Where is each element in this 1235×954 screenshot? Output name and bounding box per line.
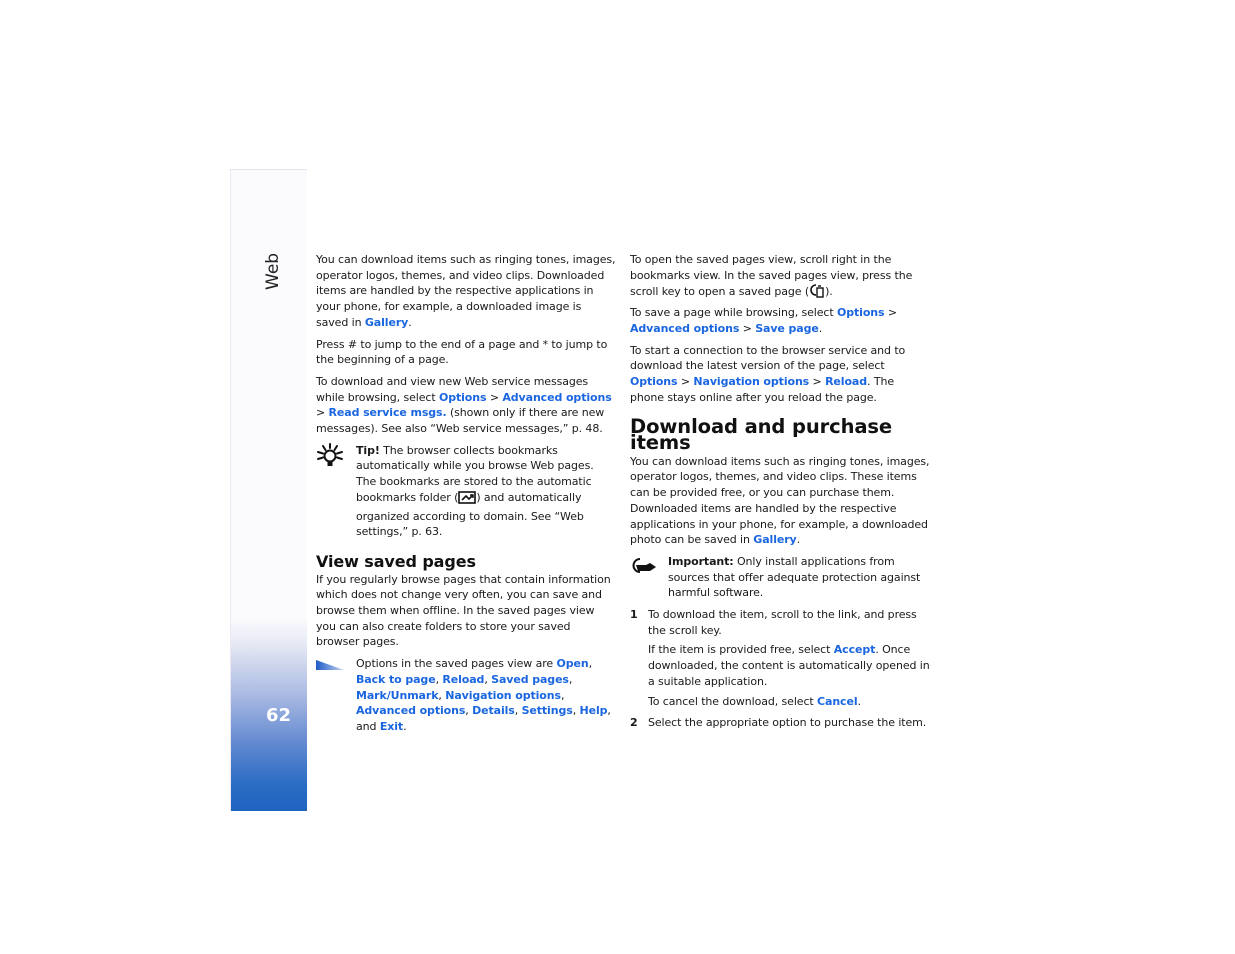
- option-saved-pages[interactable]: Saved pages: [491, 673, 569, 686]
- advanced-options-link[interactable]: Advanced options: [630, 322, 739, 335]
- open-saved-pages-paragraph: To open the saved pages view, scroll rig…: [630, 252, 930, 303]
- accept-link[interactable]: Accept: [834, 643, 876, 656]
- read-service-msgs-link[interactable]: Read service msgs.: [329, 406, 447, 419]
- option-back-to-page[interactable]: Back to page: [356, 673, 436, 686]
- reload-link[interactable]: Reload: [825, 375, 867, 388]
- advanced-options-link[interactable]: Advanced options: [502, 391, 611, 404]
- jump-paragraph: Press # to jump to the end of a page and…: [316, 337, 608, 367]
- tip-label: Tip!: [356, 443, 380, 457]
- option-exit[interactable]: Exit: [380, 720, 403, 733]
- gallery-link[interactable]: Gallery: [753, 533, 796, 546]
- options-link[interactable]: Options: [837, 306, 885, 319]
- download-purchase-heading: Download and purchase items: [630, 415, 893, 455]
- option-mark-unmark[interactable]: Mark/Unmark: [356, 689, 439, 702]
- important-note: Important: Only install applications fro…: [630, 554, 930, 601]
- options-note: Options in the saved pages view are Open…: [316, 656, 616, 735]
- option-open[interactable]: Open: [556, 657, 588, 670]
- option-navigation-options[interactable]: Navigation options: [445, 689, 561, 702]
- intro-paragraph: You can download items such as ringing t…: [316, 253, 616, 329]
- save-page-link[interactable]: Save page: [755, 322, 819, 335]
- section-label: Web: [263, 252, 283, 290]
- step-number: 1: [630, 608, 638, 622]
- step-2: 2 Select the appropriate option to purch…: [630, 716, 927, 730]
- reload-paragraph: To start a connection to the browser ser…: [630, 343, 906, 404]
- download-paragraph: You can download items such as ringing t…: [630, 454, 930, 547]
- gallery-link[interactable]: Gallery: [365, 316, 408, 329]
- saved-page-icon: [809, 283, 825, 303]
- step-1-accept: If the item is provided free, select Acc…: [648, 643, 930, 688]
- options-link[interactable]: Options: [630, 375, 678, 388]
- cancel-link[interactable]: Cancel: [817, 695, 858, 708]
- step-1-cancel: To cancel the download, select Cancel.: [648, 694, 861, 708]
- auto-bookmarks-folder-icon: [458, 491, 477, 509]
- important-hand-icon: [630, 556, 658, 579]
- option-help[interactable]: Help: [579, 704, 607, 717]
- option-advanced-options[interactable]: Advanced options: [356, 704, 465, 717]
- option-details[interactable]: Details: [472, 704, 515, 717]
- page-number: 62: [266, 705, 292, 726]
- right-column: To open the saved pages view, scroll rig…: [630, 252, 930, 737]
- save-page-paragraph: To save a page while browsing, select Op…: [630, 306, 897, 335]
- navigation-options-link[interactable]: Navigation options: [693, 375, 809, 388]
- tip-note: Tip! The browser collects bookmarks auto…: [316, 442, 616, 540]
- options-triangle-icon: [316, 659, 344, 675]
- view-saved-pages-heading: View saved pages: [316, 551, 476, 571]
- step-1: 1 To download the item, scroll to the li…: [630, 608, 930, 708]
- options-link[interactable]: Options: [439, 391, 487, 404]
- view-saved-pages-paragraph: If you regularly browse pages that conta…: [316, 572, 611, 649]
- left-column: You can download items such as ringing t…: [316, 252, 616, 741]
- lightbulb-icon: [316, 442, 344, 474]
- service-messages-paragraph: To download and view new Web service mes…: [316, 374, 612, 436]
- option-settings[interactable]: Settings: [522, 704, 573, 717]
- important-label: Important:: [668, 554, 734, 568]
- step-number: 2: [630, 716, 638, 730]
- option-reload[interactable]: Reload: [442, 673, 484, 686]
